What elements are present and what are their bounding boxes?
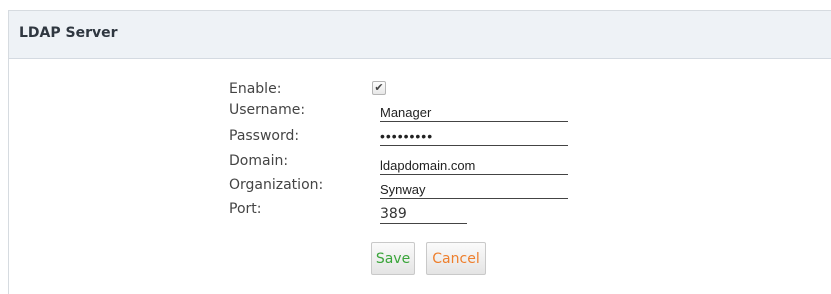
- domain-label: Domain:: [229, 153, 289, 169]
- password-label: Password:: [229, 128, 300, 144]
- domain-input[interactable]: [380, 157, 568, 175]
- port-label: Port:: [229, 201, 262, 217]
- panel-header: LDAP Server: [9, 11, 831, 59]
- port-input[interactable]: [380, 206, 467, 224]
- cancel-button[interactable]: Cancel: [426, 242, 486, 275]
- panel-title: LDAP Server: [19, 25, 118, 41]
- enable-checkbox[interactable]: ✔: [372, 81, 386, 95]
- username-input[interactable]: [380, 104, 568, 122]
- password-input[interactable]: [380, 128, 568, 146]
- organization-label: Organization:: [229, 177, 324, 193]
- save-button[interactable]: Save: [371, 242, 415, 275]
- organization-input[interactable]: [380, 181, 568, 199]
- check-icon: ✔: [374, 81, 384, 94]
- enable-label: Enable:: [229, 81, 282, 97]
- username-label: Username:: [229, 102, 306, 118]
- ldap-server-panel: LDAP Server: [8, 10, 831, 294]
